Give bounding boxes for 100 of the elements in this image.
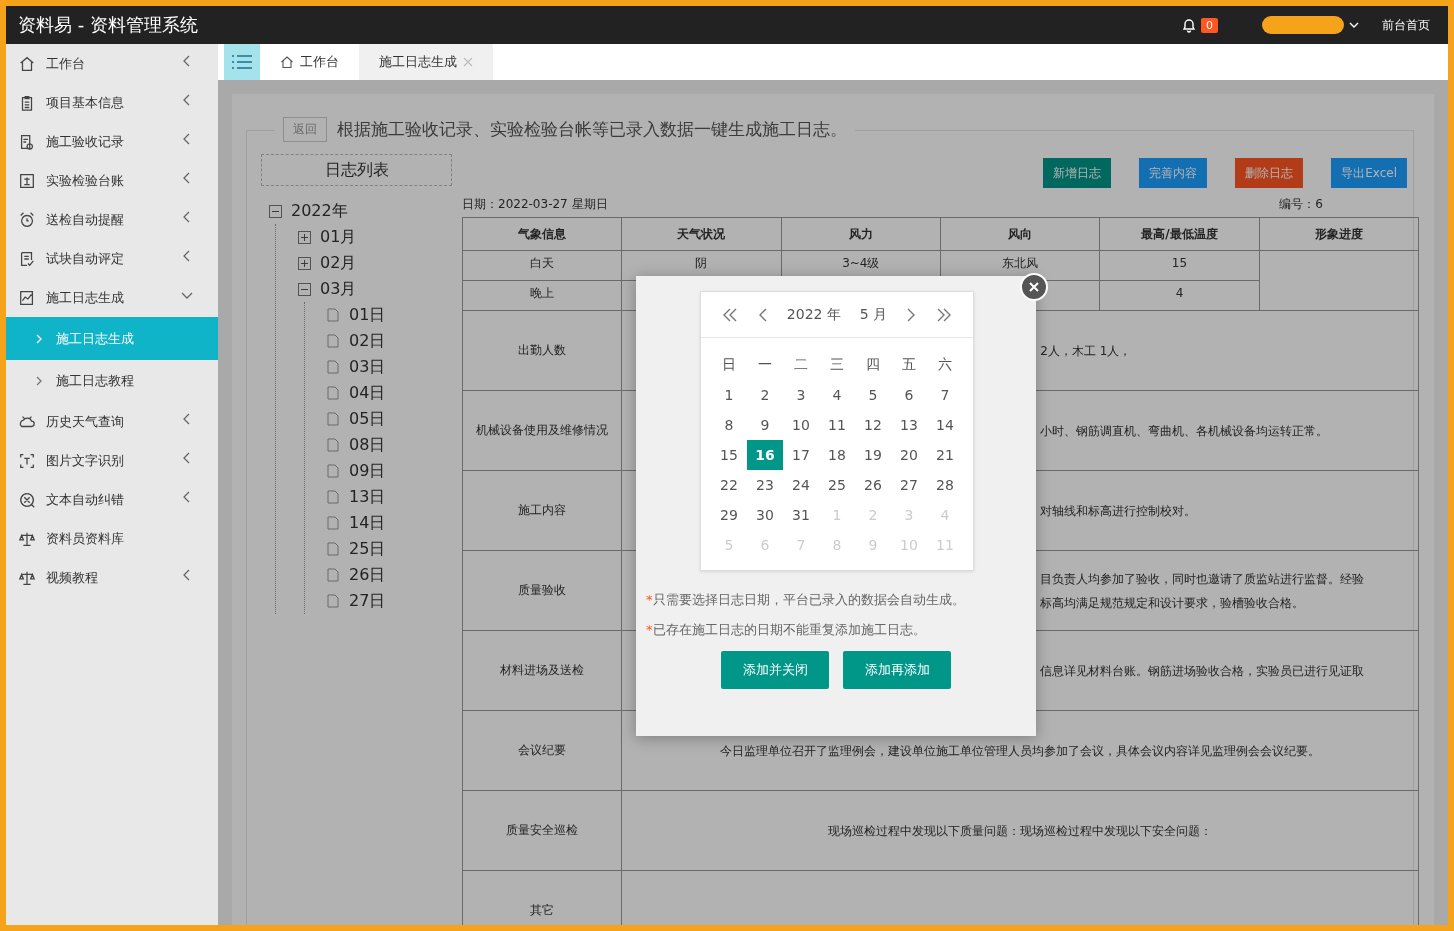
- calendar-day[interactable]: 27: [891, 470, 927, 500]
- weekday-label: 三: [829, 355, 845, 374]
- note-text: 只需要选择日志日期，平台已录入的数据会自动生成。: [652, 592, 965, 607]
- calendar-day[interactable]: 17: [783, 440, 819, 470]
- tree-node[interactable]: 01日: [327, 302, 452, 328]
- row-label: 其它: [462, 870, 622, 925]
- sidebar-item[interactable]: 项目基本信息: [6, 83, 218, 122]
- tree-node[interactable]: 03月: [298, 276, 452, 302]
- chevron-right-icon: [34, 376, 44, 386]
- tree-node[interactable]: 2022年: [269, 198, 452, 224]
- calendar-day[interactable]: 16: [747, 440, 783, 470]
- expand-icon[interactable]: [298, 256, 311, 270]
- calendar-day[interactable]: 19: [855, 440, 891, 470]
- close-button[interactable]: [1020, 273, 1048, 301]
- sidebar-item[interactable]: 送检自动提醒: [6, 200, 218, 239]
- row-label: 质量安全巡检: [462, 790, 622, 871]
- dialog-button[interactable]: 添加并关闭: [721, 651, 829, 689]
- collapse-icon[interactable]: [298, 282, 311, 296]
- menu-toggle-button[interactable]: [224, 44, 260, 80]
- double-chevron-right-icon[interactable]: [935, 306, 953, 323]
- calendar-day[interactable]: 24: [783, 470, 819, 500]
- app-title: 资料易 - 资料管理系统: [18, 13, 198, 37]
- collapse-icon[interactable]: [269, 204, 282, 218]
- sidebar-item[interactable]: 施工日志生成: [6, 278, 218, 317]
- calendar-day[interactable]: 18: [819, 440, 855, 470]
- checklist-icon: [18, 249, 36, 268]
- close-icon: [1028, 281, 1040, 293]
- tree-node[interactable]: 02月: [298, 250, 452, 276]
- column-header: 风向: [940, 217, 1100, 251]
- table-cell: 晚上: [462, 280, 622, 311]
- tree-node[interactable]: 03日: [327, 354, 452, 380]
- calendar-day[interactable]: 15: [711, 440, 747, 470]
- file-icon: [327, 386, 339, 400]
- calendar-day[interactable]: 21: [927, 440, 963, 470]
- log-number: 编号：6: [1279, 196, 1323, 213]
- weekday-label: 四: [865, 355, 881, 374]
- file-icon: [327, 464, 339, 478]
- row-label: 质量验收: [462, 550, 622, 631]
- tree-node[interactable]: 25日: [327, 536, 452, 562]
- sidebar-item[interactable]: 文本自动纠错: [6, 480, 218, 519]
- tree-node[interactable]: 27日: [327, 588, 452, 614]
- file-icon: [327, 516, 339, 530]
- sidebar-item[interactable]: 历史天气查询: [6, 402, 218, 441]
- chevron-right-icon[interactable]: [906, 306, 917, 323]
- bell-icon[interactable]: [1181, 17, 1197, 33]
- calendar-day[interactable]: 28: [927, 470, 963, 500]
- tab[interactable]: 施工日志生成: [359, 44, 493, 80]
- calendar-day[interactable]: 12: [855, 410, 891, 440]
- calendar-day[interactable]: 31: [783, 500, 819, 530]
- column-header: 气象信息: [462, 217, 622, 251]
- calendar-day[interactable]: 26: [855, 470, 891, 500]
- tree-node[interactable]: 09日: [327, 458, 452, 484]
- sidebar-item[interactable]: 实验检验台账: [6, 161, 218, 200]
- tree-node[interactable]: 05日: [327, 406, 452, 432]
- log-list-title: 日志列表: [261, 154, 452, 186]
- sidebar-item[interactable]: 图片文字识别: [6, 441, 218, 480]
- tree-node[interactable]: 02日: [327, 328, 452, 354]
- calendar-day[interactable]: 20: [891, 440, 927, 470]
- calendar-day[interactable]: 13: [891, 410, 927, 440]
- calendar-day[interactable]: 11: [819, 410, 855, 440]
- sidebar-item[interactable]: 施工验收记录: [6, 122, 218, 161]
- column-header: 最高/最低温度: [1099, 217, 1260, 251]
- file-icon: [327, 568, 339, 582]
- tree-node[interactable]: 08日: [327, 432, 452, 458]
- calendar-day[interactable]: 14: [927, 410, 963, 440]
- table-cell: 15: [1099, 250, 1260, 281]
- calendar-day[interactable]: 10: [783, 410, 819, 440]
- tree-node[interactable]: 01月: [298, 224, 452, 250]
- submenu-item[interactable]: 施工日志教程: [6, 360, 218, 402]
- sidebar-item[interactable]: 试块自动评定: [6, 239, 218, 278]
- tree-node[interactable]: 04日: [327, 380, 452, 406]
- weekday-label: 六: [937, 355, 953, 374]
- home-icon: [280, 55, 294, 69]
- double-chevron-left-icon[interactable]: [721, 306, 739, 323]
- alarm-clock-icon: [18, 210, 36, 229]
- calendar-day[interactable]: 22: [711, 470, 747, 500]
- calendar-day[interactable]: 30: [747, 500, 783, 530]
- home-icon: [18, 54, 36, 73]
- tree-node[interactable]: 13日: [327, 484, 452, 510]
- expand-icon[interactable]: [298, 230, 311, 244]
- calendar-day[interactable]: 25: [819, 470, 855, 500]
- calendar-day[interactable]: 9: [747, 410, 783, 440]
- menu-icon: [231, 54, 253, 70]
- circle-x-icon: [18, 490, 36, 509]
- column-header: 形象进度: [1259, 217, 1419, 251]
- tree-node[interactable]: 26日: [327, 562, 452, 588]
- sidebar-item[interactable]: 资料员资料库: [6, 519, 218, 558]
- sidebar-item[interactable]: 工作台: [6, 44, 218, 83]
- calendar-day[interactable]: 29: [711, 500, 747, 530]
- file-icon: [327, 542, 339, 556]
- chevron-left-icon[interactable]: [757, 306, 768, 323]
- calendar-day[interactable]: 23: [747, 470, 783, 500]
- dialog-button[interactable]: 添加再添加: [843, 651, 951, 689]
- sidebar-item[interactable]: 视频教程: [6, 558, 218, 597]
- weekday-label: 二: [793, 355, 809, 374]
- home-link[interactable]: 前台首页: [1382, 16, 1430, 34]
- file-icon: [327, 308, 339, 322]
- tree-node[interactable]: 14日: [327, 510, 452, 536]
- calendar-day[interactable]: 8: [711, 410, 747, 440]
- row-label: 材料进场及送检: [462, 630, 622, 711]
